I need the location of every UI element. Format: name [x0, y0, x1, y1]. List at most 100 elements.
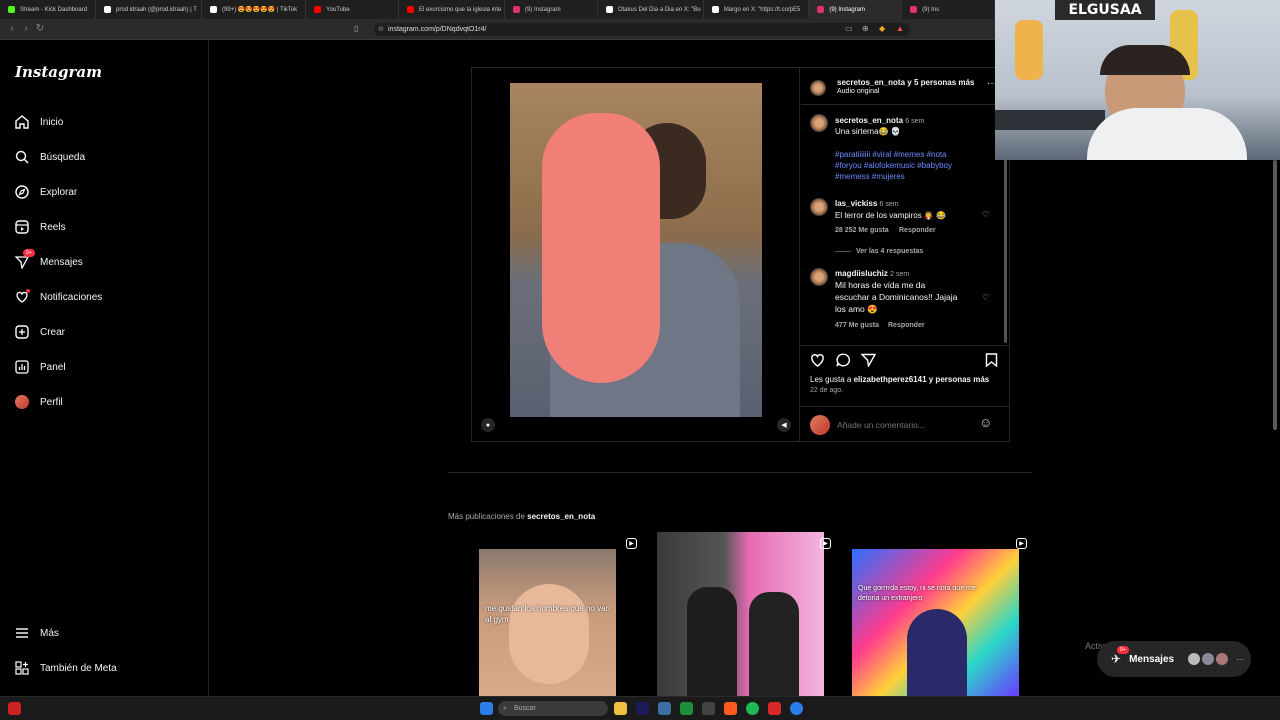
weather-icon[interactable]: [8, 702, 21, 715]
browser-tab[interactable]: (9) Instagram: [809, 0, 903, 19]
comment-reply-button[interactable]: Responder: [899, 227, 936, 234]
browser-tab[interactable]: (99+) 😍😍😍😍😍 | TikTok: [202, 0, 307, 19]
more-posts-heading: Más publicaciones de secretos_en_nota: [448, 511, 595, 522]
hashtags-line-3[interactable]: #memess #mujeres: [835, 171, 905, 182]
sidebar-item-mas[interactable]: Más: [14, 623, 59, 643]
messages-popover[interactable]: ✈ 9+ Mensajes ···: [1097, 641, 1251, 677]
volume-icon[interactable]: ◀: [777, 418, 791, 432]
comment-time: 2 sem: [890, 271, 910, 278]
file-explorer-icon[interactable]: [614, 702, 627, 715]
comment-likes[interactable]: 28 252 Me gusta: [835, 227, 889, 234]
author-avatar[interactable]: [810, 80, 826, 96]
comment-icon[interactable]: [836, 353, 851, 370]
sidebar-item-notificaciones[interactable]: Notificaciones: [14, 287, 102, 307]
post-media: ● ◀: [472, 68, 800, 441]
app-icon[interactable]: [702, 702, 715, 715]
comment-like-icon[interactable]: ♡: [982, 293, 989, 302]
brave-shield-icon[interactable]: ◆: [879, 24, 885, 33]
comment-username[interactable]: las_vickiss: [835, 199, 877, 208]
comment-avatar[interactable]: [810, 268, 828, 286]
header-username[interactable]: secretos_en_nota: [837, 78, 905, 87]
app-icon[interactable]: [658, 702, 671, 715]
back-icon[interactable]: ‹: [6, 23, 18, 34]
browser-tab[interactable]: (9) Instagram: [505, 0, 598, 19]
browser-tab[interactable]: Otakus Del Dia a Dia en X: "Bu: [598, 0, 704, 19]
search-icon: ⌕: [503, 705, 507, 712]
site-info-icon[interactable]: ⊝: [378, 23, 384, 36]
forward-icon[interactable]: ›: [20, 23, 32, 34]
hashtags-line-2[interactable]: #foryou #alofokemusic #babyboy: [835, 160, 952, 171]
header-collab[interactable]: y 5 personas más: [907, 78, 974, 87]
sidebar-item-perfil[interactable]: Perfil: [14, 392, 63, 412]
comment-username[interactable]: magdiisluchiz: [835, 269, 888, 278]
bookmark-icon[interactable]: ▯: [354, 24, 358, 33]
more-post-thumb[interactable]: Que gorrrrda estoy, ni se nota que me de…: [852, 549, 1019, 696]
post-date[interactable]: 22 de ago.: [810, 387, 843, 394]
taskbar-search[interactable]: ⌕ Buscar: [498, 701, 608, 716]
spotify-icon[interactable]: [746, 702, 759, 715]
more-posts-user[interactable]: secretos_en_nota: [527, 512, 595, 521]
comment-like-icon[interactable]: ♡: [982, 210, 989, 219]
like-icon[interactable]: [810, 353, 825, 370]
emoji-icon[interactable]: ☺: [979, 415, 992, 430]
sidebar-item-label: Explorar: [40, 186, 78, 198]
audio-label[interactable]: Audio original: [837, 88, 879, 95]
browser-tab[interactable]: YouTube: [306, 0, 399, 19]
browser-tab[interactable]: Margo en X: "https://t.co/pE5: [704, 0, 810, 19]
sidebar-item-panel[interactable]: Panel: [14, 357, 66, 377]
caption-avatar[interactable]: [810, 114, 828, 132]
rewards-icon[interactable]: ▲: [896, 24, 904, 33]
comment-reply-button[interactable]: Responder: [888, 322, 925, 329]
app-icon[interactable]: [768, 702, 781, 715]
browser-tab[interactable]: prod idraah (@prod.idraah) | T: [96, 0, 203, 19]
brave-icon[interactable]: [724, 702, 737, 715]
reload-icon[interactable]: ↻: [34, 23, 46, 34]
sidebar-item-reels[interactable]: Reels: [14, 217, 66, 237]
tab-favicon-icon: [8, 6, 15, 13]
caption-username[interactable]: secretos_en_nota: [835, 116, 903, 125]
tab-favicon-icon: [512, 6, 520, 13]
sidebar-item-inicio[interactable]: Inicio: [14, 112, 63, 132]
browser-tab[interactable]: El exorcismo que la iglesia inte: [399, 0, 505, 19]
save-icon[interactable]: [985, 353, 998, 370]
instagram-logo[interactable]: Instagram: [15, 63, 102, 81]
more-post-thumb[interactable]: [657, 532, 824, 696]
sidebar-item-label: Perfil: [40, 396, 63, 408]
comment-likes[interactable]: 477 Me gusta: [835, 322, 879, 329]
sidebar-item-label: Búsqueda: [40, 151, 86, 163]
sidebar-item-explorar[interactable]: Explorar: [14, 182, 77, 202]
reel-video[interactable]: [510, 83, 762, 417]
premiere-icon[interactable]: [636, 702, 649, 715]
menu-icon: [14, 625, 30, 641]
likes-suffix[interactable]: y personas más: [927, 375, 989, 384]
sidebar-item-mensajes[interactable]: 9+ Mensajes: [14, 249, 83, 272]
browser-tab[interactable]: (9) Ins: [902, 0, 995, 19]
post-actions: [810, 353, 1000, 369]
app-icon[interactable]: [790, 702, 803, 715]
zoom-icon[interactable]: ⊕: [862, 24, 869, 33]
sidebar-item-crear[interactable]: Crear: [14, 322, 65, 342]
screen-icon[interactable]: ▭: [845, 24, 853, 33]
sidebar-item-tambien-de-meta[interactable]: También de Meta: [14, 658, 117, 678]
tab-title: prod idraah (@prod.idraah) | T: [116, 6, 197, 13]
thumb-person: [907, 609, 967, 696]
notification-dot: [26, 289, 30, 293]
hashtags-line-1[interactable]: #paratiiiiiii #viral #memes #nota: [835, 149, 947, 160]
excel-icon[interactable]: [680, 702, 693, 715]
comments-scrollbar[interactable]: [1004, 158, 1007, 343]
url-field[interactable]: ⊝ instagram.com/p/DNqdvqtO1r4/: [374, 23, 910, 36]
more-post-thumb[interactable]: me gustan los hombres que no van al gym: [479, 549, 616, 696]
comment-input[interactable]: [837, 417, 967, 433]
comment-avatar[interactable]: [810, 198, 828, 216]
browser-tab[interactable]: Stream - Kick Dashboard: [0, 0, 97, 19]
sidebar-item-busqueda[interactable]: Búsqueda: [14, 147, 85, 167]
page-scrollbar[interactable]: [1273, 160, 1277, 430]
view-replies-button[interactable]: Ver las 4 respuestas: [856, 248, 923, 255]
browser-address-bar: ‹ › ↻ ▯ ⊝ instagram.com/p/DNqdvqtO1r4/ ▭…: [0, 19, 995, 40]
tab-title: (9) Instagram: [524, 6, 561, 13]
likes-user[interactable]: elizabethperez6141: [854, 375, 927, 384]
share-icon[interactable]: [860, 353, 877, 370]
post-modal: ● ◀ secretos_en_nota y 5 personas más Au…: [471, 67, 1010, 442]
windows-start-icon[interactable]: [480, 702, 493, 715]
tagged-users-icon[interactable]: ●: [481, 418, 495, 432]
